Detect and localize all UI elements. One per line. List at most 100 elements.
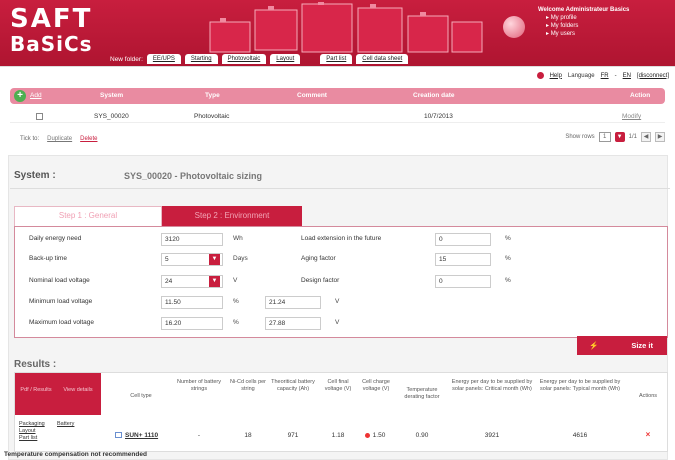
system-subtitle: SYS_00020 - Photovoltaic sizing [124, 171, 263, 181]
my-users-link[interactable]: My users [546, 30, 629, 38]
final-voltage-value: 1.18 [331, 432, 345, 439]
add-system-link[interactable]: Add [30, 92, 42, 99]
welcome-box: Welcome Administrateur Basics My profile… [538, 6, 629, 38]
size-it-button[interactable]: ⚡ Size it [577, 336, 667, 355]
aging-factor-label: Aging factor [301, 255, 336, 262]
battery-link[interactable]: Battery [57, 421, 74, 428]
next-page-icon[interactable]: ▶ [655, 132, 665, 142]
aging-factor-field[interactable]: 15 [435, 253, 491, 266]
packaging-link[interactable]: Packaging [19, 421, 45, 428]
min-voltage-field[interactable]: 11.50 [161, 296, 223, 309]
tab-layout[interactable]: Layout [270, 54, 301, 64]
nominal-voltage-dropdown-icon[interactable]: ▼ [209, 276, 220, 287]
tab-part-list[interactable]: Part list [320, 54, 353, 64]
daily-energy-field[interactable]: 3120 [161, 233, 223, 246]
min-voltage-unit: % [233, 298, 239, 305]
col-battery-strings: Number of battery strings [176, 379, 222, 392]
my-profile-link[interactable]: My profile [546, 14, 629, 22]
layout-link[interactable]: Layout [19, 428, 45, 435]
tab-photovoltaic[interactable]: Photovoltaic [221, 54, 267, 64]
lang-fr-link[interactable]: FR [601, 73, 609, 79]
col-typical-month: Energy per day to be supplied by solar p… [539, 379, 621, 392]
tab-step1-general[interactable]: Step 1 : General [14, 206, 162, 226]
datasheet-icon [115, 432, 122, 439]
cell-type-value: SUN+ 1110 [125, 432, 159, 439]
show-rows-dropdown-icon[interactable]: ▼ [614, 132, 625, 142]
language-label: Language [567, 72, 595, 79]
results-table: Pdf / Results View details Cell type Num… [14, 372, 668, 452]
tab-ee-ups[interactable]: EE/UPS [146, 54, 181, 64]
strings-value: - [197, 432, 201, 439]
results-side-header: Pdf / Results View details [15, 373, 101, 415]
cell-type-link[interactable]: SUN+ 1110 [115, 432, 158, 439]
general-form: Daily energy need 3120 Wh Back-up time 5… [14, 226, 668, 338]
col-action: Action [630, 92, 651, 99]
daily-energy-unit: Wh [233, 235, 243, 242]
results-title: Results : [14, 359, 57, 370]
help-link[interactable]: Help [550, 73, 562, 79]
logo-basics: BaSiCs [10, 32, 93, 56]
system-title: System : [14, 170, 56, 181]
charge-voltage-value: 1.50 [372, 432, 386, 439]
col-critical-month: Energy per day to be supplied by solar p… [451, 379, 533, 392]
modify-link[interactable]: Modify [622, 113, 641, 120]
backup-time-dropdown-icon[interactable]: ▼ [209, 254, 220, 265]
help-icon[interactable] [536, 72, 544, 79]
col-capacity: Theoritical battery capacity (Ah) [271, 379, 315, 392]
duplicate-link[interactable]: Duplicate [47, 136, 72, 142]
lightning-icon: ⚡ [589, 341, 599, 350]
col-derating: Temperature derating factor [404, 387, 440, 400]
lang-separator: - [614, 72, 617, 79]
row-checkbox[interactable] [36, 113, 43, 120]
backup-time-unit: Days [233, 255, 248, 262]
table-actions-bar: Tick to: Duplicate Delete Show rows 1 ▼ … [20, 132, 665, 146]
col-cell-type: Cell type [130, 393, 152, 399]
systems-table-header: + Add System Type Comment Creation date … [10, 88, 665, 104]
logo-saft: SAFT [10, 4, 93, 34]
max-voltage-unit: % [233, 319, 239, 326]
size-it-label: Size it [631, 341, 653, 350]
add-icon[interactable]: + [14, 90, 26, 102]
pdf-results-header: Pdf / Results [20, 387, 52, 393]
col-creation-date: Creation date [413, 92, 455, 99]
tab-cell-data-sheet[interactable]: Cell data sheet [356, 54, 409, 64]
temperature-warning: Temperature compensation not recommended [4, 451, 147, 458]
tick-label: Tick to: [20, 136, 40, 142]
lang-en-link[interactable]: EN [623, 73, 631, 79]
saft-basics-logo[interactable]: SAFT BaSiCs [10, 6, 93, 56]
delete-link[interactable]: Delete [80, 136, 97, 142]
backup-time-label: Back-up time [29, 255, 67, 262]
disconnect-link[interactable]: [disconnect] [637, 73, 669, 79]
row-system: SYS_00020 [94, 113, 129, 120]
design-factor-field[interactable]: 0 [435, 275, 491, 288]
part-list-link[interactable]: Part list [19, 435, 45, 442]
max-voltage-field[interactable]: 16.20 [161, 317, 223, 330]
col-final-voltage: Cell final voltage (V) [324, 379, 352, 392]
daily-energy-label: Daily energy need [29, 235, 82, 242]
main-tabs: New folder: EE/UPS Starting Photovoltaic… [110, 52, 409, 66]
critical-month-value: 3921 [484, 432, 500, 439]
max-voltage-volts-unit: V [335, 319, 340, 326]
design-factor-label: Design factor [301, 277, 340, 284]
my-folders-link[interactable]: My folders [546, 22, 629, 30]
design-factor-unit: % [505, 277, 511, 284]
tab-step2-environment[interactable]: Step 2 : Environment [162, 206, 302, 226]
col-comment: Comment [297, 92, 327, 99]
col-cells-per-string: Ni-Cd cells per string [229, 379, 267, 392]
utility-bar: Help Language FR - EN [disconnect] [0, 66, 675, 84]
row-type: Photovoltaic [194, 113, 230, 120]
col-system: System [100, 92, 124, 99]
page-info: 1/1 [628, 134, 637, 140]
aging-factor-unit: % [505, 255, 511, 262]
derating-value: 0.90 [415, 432, 429, 439]
capacity-value: 971 [287, 432, 299, 439]
show-rows-input[interactable]: 1 [598, 132, 611, 142]
prev-page-icon[interactable]: ◀ [641, 132, 651, 142]
max-voltage-label: Maximum load voltage [29, 319, 95, 326]
min-voltage-volts-unit: V [335, 298, 340, 305]
load-extension-field[interactable]: 0 [435, 233, 491, 246]
min-voltage-label: Minimum load voltage [29, 298, 93, 305]
table-row[interactable]: SYS_00020 Photovoltaic 10/7/2013 Modify [10, 111, 665, 123]
tab-starting[interactable]: Starting [184, 54, 218, 64]
delete-result-icon[interactable]: × [631, 430, 665, 439]
